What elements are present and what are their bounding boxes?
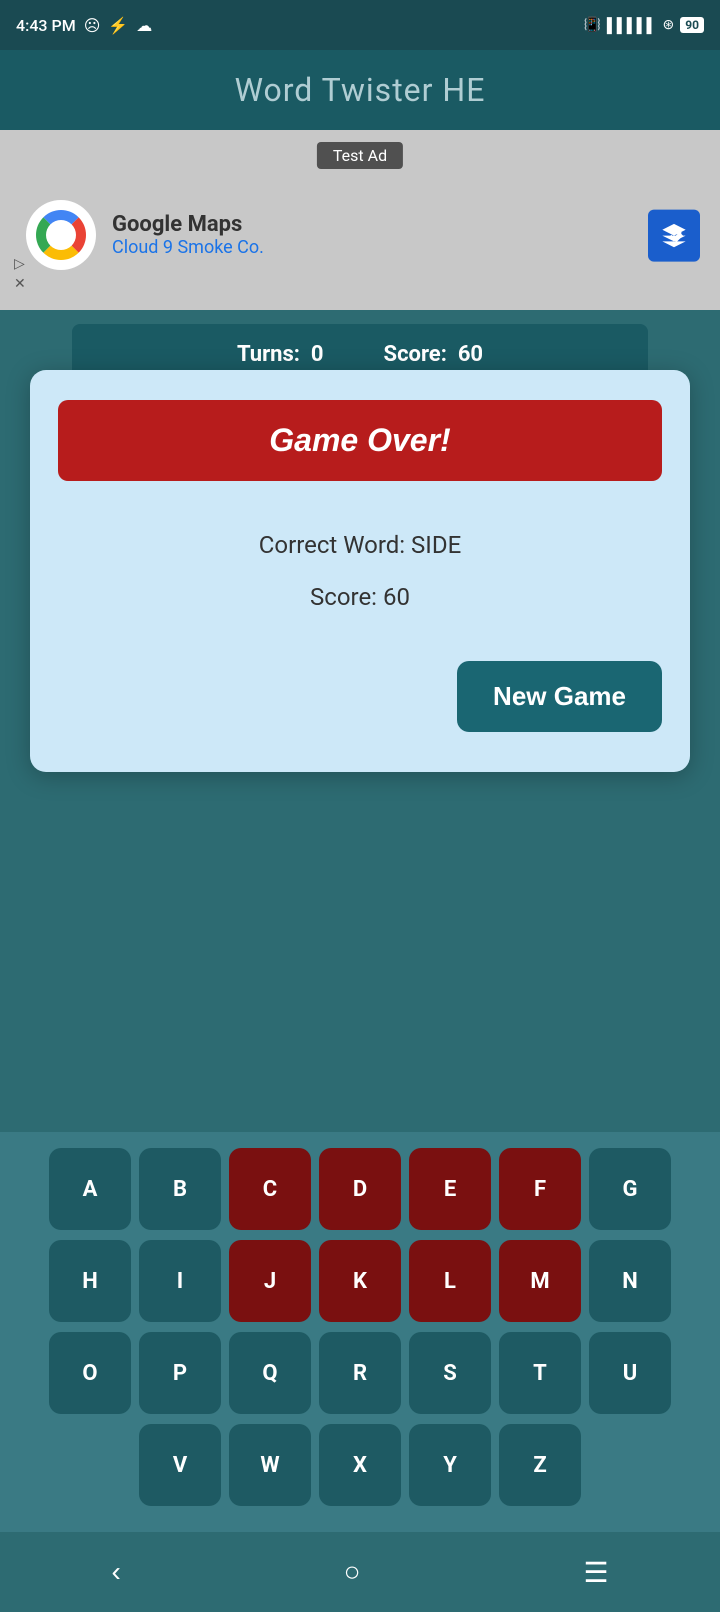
key-m[interactable]: M — [499, 1240, 581, 1322]
final-score: Score: 60 — [58, 583, 662, 611]
key-s[interactable]: S — [409, 1332, 491, 1414]
new-game-button[interactable]: New Game — [457, 661, 662, 732]
score-label: Score: — [384, 342, 447, 367]
key-z[interactable]: Z — [499, 1424, 581, 1506]
ad-play: ▷ — [14, 256, 26, 272]
key-u[interactable]: U — [589, 1332, 671, 1414]
key-q[interactable]: Q — [229, 1332, 311, 1414]
app-title: Word Twister HE — [235, 71, 486, 109]
vibrate-icon: 📳 — [583, 17, 600, 33]
key-i[interactable]: I — [139, 1240, 221, 1322]
key-e[interactable]: E — [409, 1148, 491, 1230]
key-v[interactable]: V — [139, 1424, 221, 1506]
ad-controls: ▷ ✕ — [14, 256, 26, 292]
key-j[interactable]: J — [229, 1240, 311, 1322]
key-t[interactable]: T — [499, 1332, 581, 1414]
key-a[interactable]: A — [49, 1148, 131, 1230]
keyboard-row: ABCDEFG — [10, 1148, 710, 1230]
key-o[interactable]: O — [49, 1332, 131, 1414]
usb-icon: ⚡ — [108, 16, 128, 35]
key-n[interactable]: N — [589, 1240, 671, 1322]
key-b[interactable]: B — [139, 1148, 221, 1230]
google-logo — [36, 210, 86, 260]
key-l[interactable]: L — [409, 1240, 491, 1322]
ad-label: Test Ad — [317, 142, 403, 169]
ad-logo — [26, 200, 96, 270]
key-w[interactable]: W — [229, 1424, 311, 1506]
keyboard-row: OPQRSTU — [10, 1332, 710, 1414]
ad-subtitle: Cloud 9 Smoke Co. — [112, 237, 264, 258]
key-p[interactable]: P — [139, 1332, 221, 1414]
key-k[interactable]: K — [319, 1240, 401, 1322]
score-display: Score: 60 — [384, 342, 484, 367]
key-f[interactable]: F — [499, 1148, 581, 1230]
ad-company: Google Maps — [112, 212, 264, 237]
key-y[interactable]: Y — [409, 1424, 491, 1506]
ad-banner: Test Ad Google Maps Cloud 9 Smoke Co. ▷ … — [0, 130, 720, 310]
keyboard: ABCDEFG HIJKLMN OPQRSTU VWXYZ — [0, 1132, 720, 1532]
key-c[interactable]: C — [229, 1148, 311, 1230]
ad-close: ✕ — [14, 276, 26, 292]
wifi-icon: ⊛ — [662, 17, 674, 33]
bottom-nav: ‹ ○ ☰ — [0, 1532, 720, 1612]
cloud-icon: ☁ — [136, 16, 152, 35]
game-over-modal: Game Over! Correct Word: SIDE Score: 60 … — [30, 370, 690, 772]
status-bar: 4:43 PM ☹ ⚡ ☁ 📳 ▌▌▌▌▌ ⊛ 90 — [0, 0, 720, 50]
keyboard-row: VWXYZ — [10, 1424, 710, 1506]
turns-display: Turns: 0 — [237, 342, 324, 367]
turns-value: 0 — [311, 342, 324, 367]
key-d[interactable]: D — [319, 1148, 401, 1230]
key-r[interactable]: R — [319, 1332, 401, 1414]
home-button[interactable]: ○ — [344, 1556, 361, 1588]
key-x[interactable]: X — [319, 1424, 401, 1506]
turns-label: Turns: — [237, 342, 300, 367]
ad-text: Google Maps Cloud 9 Smoke Co. — [112, 212, 264, 258]
menu-button[interactable]: ☰ — [583, 1556, 608, 1589]
signal-icon: ▌▌▌▌▌ — [607, 17, 657, 34]
app-header: Word Twister HE — [0, 50, 720, 130]
battery-icon: 90 — [680, 17, 704, 33]
back-button[interactable]: ‹ — [111, 1556, 120, 1588]
status-bar-left: 4:43 PM ☹ ⚡ ☁ — [16, 16, 152, 35]
score-value: 60 — [458, 342, 483, 367]
whatsapp-icon: ☹ — [84, 16, 101, 35]
correct-word: Correct Word: SIDE — [58, 531, 662, 559]
time: 4:43 PM — [16, 16, 76, 35]
status-bar-right: 📳 ▌▌▌▌▌ ⊛ 90 — [583, 17, 704, 34]
key-g[interactable]: G — [589, 1148, 671, 1230]
game-over-title: Game Over! — [58, 400, 662, 481]
ad-arrow[interactable] — [648, 210, 700, 262]
key-h[interactable]: H — [49, 1240, 131, 1322]
keyboard-row: HIJKLMN — [10, 1240, 710, 1322]
